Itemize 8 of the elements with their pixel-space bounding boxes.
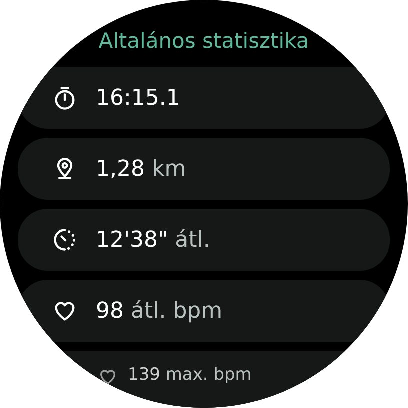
stat-value: 12'38" átl. [96, 228, 210, 252]
stat-value: 16:15.1 [96, 86, 180, 110]
stat-card[interactable]: 12'38" átl. [18, 209, 390, 271]
stat-card[interactable]: 1,28 km [18, 138, 390, 200]
stat-value: 1,28 km [96, 156, 186, 182]
stat-value: 98 átl. bpm [96, 298, 223, 324]
stat-value: 139 max. bpm [128, 365, 252, 385]
screen-title: Altalános statisztika [98, 29, 310, 53]
